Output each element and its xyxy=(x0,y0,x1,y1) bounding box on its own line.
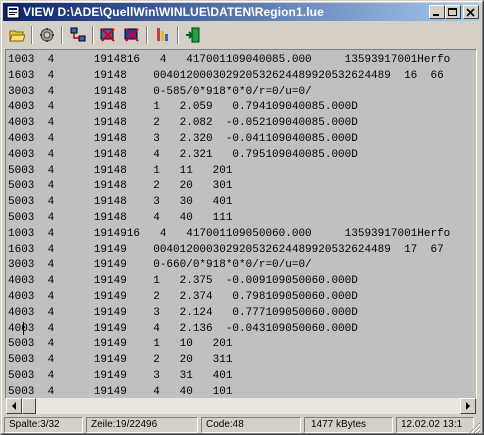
scroll-right-button[interactable] xyxy=(460,398,476,414)
text-line: 4003 4 19149 1 2.375 -0.009109050060.000… xyxy=(8,275,358,288)
scroll-thumb[interactable] xyxy=(22,398,36,414)
toolbar-separator xyxy=(31,26,33,44)
text-line: 4003 4 19149 2 2.374 0.798109050060.000D xyxy=(8,290,358,303)
text-line: 5003 4 19148 1 11 201 xyxy=(8,164,233,177)
text-line: 1603 4 19148 004012000302920532624489920… xyxy=(8,69,444,82)
arrow-right-icon xyxy=(466,402,470,410)
resize-grip-icon[interactable] xyxy=(469,422,481,434)
text-view[interactable]: 1003 4 1914816 4 417001109040085.000 135… xyxy=(5,49,477,399)
text-line: 5003 4 19148 3 30 401 xyxy=(8,196,233,209)
app-icon xyxy=(6,5,20,19)
gear-icon xyxy=(40,28,54,42)
text-line: 4003 4 19148 2 2.082 -0.052109040085.000… xyxy=(8,117,358,130)
text-line: 4003 4 19149 4 2.136 -0.043109050060.000… xyxy=(8,322,358,335)
minimize-button[interactable] xyxy=(429,5,445,19)
exit-icon xyxy=(186,27,200,43)
text-line: 1003 4 1914916 4 417001109050060.000 135… xyxy=(8,227,451,240)
text-caret xyxy=(23,322,24,335)
status-column: Spalte:3/32 xyxy=(4,417,83,433)
print-button[interactable] xyxy=(152,25,174,45)
title-bar[interactable]: VIEW D:\ADE\QuellWin\WINLUE\DATEN\Region… xyxy=(3,3,479,21)
text-line: 4003 4 19148 3 2.320 -0.041109040085.000… xyxy=(8,132,358,145)
text-line: 5003 4 19148 2 20 301 xyxy=(8,180,233,193)
horizontal-scrollbar[interactable] xyxy=(6,398,476,414)
toolbar-separator xyxy=(177,26,179,44)
toolbar-separator xyxy=(61,26,63,44)
filter-blue-icon xyxy=(124,28,139,42)
open-button[interactable] xyxy=(6,25,28,45)
text-line: 5003 4 19149 1 10 201 xyxy=(8,338,233,351)
print-icon xyxy=(157,28,168,41)
filter-red-button[interactable] xyxy=(97,25,119,45)
network-button[interactable] xyxy=(67,25,89,45)
status-size: 1477 kBytes xyxy=(304,417,393,433)
text-line: 5003 4 19149 3 31 401 xyxy=(8,369,233,382)
close-icon xyxy=(466,8,475,17)
text-line: 1603 4 19149 004012000302920532624489920… xyxy=(8,243,444,256)
toolbar xyxy=(3,23,479,47)
status-line: Zeile:19/22496 xyxy=(86,417,198,433)
text-line: 4003 4 19148 1 2.059 0.794109040085.000D xyxy=(8,101,358,114)
status-code: Code:48 xyxy=(201,417,301,433)
filter-blue-button[interactable] xyxy=(121,25,143,45)
text-line: 4003 4 19148 4 2.321 0.795109040085.000D xyxy=(8,148,358,161)
exit-button[interactable] xyxy=(182,25,204,45)
close-button[interactable] xyxy=(463,5,479,19)
text-line: 3003 4 19148 0-585/0*918*0*0/r=0/u=0/ xyxy=(8,85,312,98)
maximize-button[interactable] xyxy=(445,5,461,19)
arrow-left-icon xyxy=(12,402,16,410)
network-icon xyxy=(70,27,86,42)
text-line: 5003 4 19149 4 40 101 xyxy=(8,385,233,398)
window-title: VIEW D:\ADE\QuellWin\WINLUE\DATEN\Region… xyxy=(23,5,324,19)
text-line: 3003 4 19149 0-660/0*918*0*0/r=0/u=0/ xyxy=(8,259,312,272)
text-line: 5003 4 19149 2 20 311 xyxy=(8,354,233,367)
filter-red-icon xyxy=(100,28,115,42)
open-folder-icon xyxy=(9,30,25,42)
minimize-icon xyxy=(433,14,439,16)
text-line: 1003 4 1914816 4 417001109040085.000 135… xyxy=(8,54,451,66)
maximize-icon xyxy=(448,8,457,16)
text-line: 5003 4 19148 4 40 111 xyxy=(8,211,233,224)
text-line: 4003 4 19149 3 2.124 0.777109050060.000D xyxy=(8,306,358,319)
toolbar-separator xyxy=(92,26,94,44)
scroll-left-button[interactable] xyxy=(6,398,22,414)
text-lines: 1003 4 1914816 4 417001109040085.000 135… xyxy=(8,53,451,398)
settings-button[interactable] xyxy=(36,25,58,45)
status-datetime: 12.02.02 13:1 xyxy=(396,417,474,433)
viewer-window: VIEW D:\ADE\QuellWin\WINLUE\DATEN\Region… xyxy=(0,0,484,435)
toolbar-separator xyxy=(146,26,148,44)
status-bar: Spalte:3/32 Zeile:19/22496 Code:48 1477 … xyxy=(3,416,481,434)
